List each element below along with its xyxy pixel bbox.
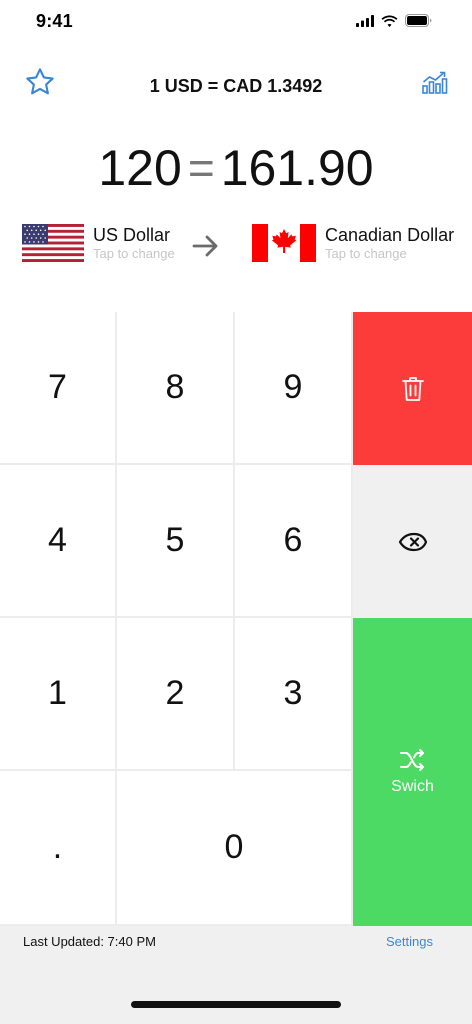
top-bar: 1 USD = CAD 1.3492 bbox=[0, 60, 472, 108]
home-indicator bbox=[131, 1001, 341, 1008]
shuffle-icon bbox=[399, 749, 424, 771]
from-currency-selector[interactable]: US Dollar Tap to change bbox=[22, 224, 175, 262]
key-6[interactable]: 6 bbox=[235, 465, 353, 618]
to-currency-selector[interactable]: Canadian Dollar Tap to change bbox=[252, 224, 454, 262]
result-value: 161.90 bbox=[220, 140, 374, 196]
battery-icon bbox=[405, 14, 432, 27]
cellular-signal-icon bbox=[356, 14, 374, 27]
rising-chart-icon bbox=[422, 71, 448, 94]
status-icons bbox=[356, 14, 432, 27]
key-8[interactable]: 8 bbox=[117, 312, 235, 465]
equals-sign: = bbox=[187, 142, 215, 194]
key-1[interactable]: 1 bbox=[0, 618, 117, 771]
to-currency-name: Canadian Dollar bbox=[325, 225, 455, 245]
from-currency-name: US Dollar bbox=[93, 225, 171, 245]
key-decimal[interactable]: . bbox=[0, 771, 117, 926]
ca-flag-icon bbox=[252, 224, 316, 262]
key-5[interactable]: 5 bbox=[117, 465, 235, 618]
key-2[interactable]: 2 bbox=[117, 618, 235, 771]
key-7[interactable]: 7 bbox=[0, 312, 117, 465]
key-4[interactable]: 4 bbox=[0, 465, 117, 618]
from-currency-text: US Dollar Tap to change bbox=[93, 225, 175, 261]
us-flag-icon bbox=[22, 224, 84, 262]
exchange-rate-label: 1 USD = CAD 1.3492 bbox=[149, 76, 323, 96]
arrow-right-icon bbox=[192, 235, 218, 257]
backspace-icon bbox=[398, 532, 427, 551]
amount-value: 120 bbox=[98, 140, 182, 196]
conversion-display: 120 = 161.90 bbox=[0, 136, 472, 200]
footer: Last Updated: 7:40 PM Settings bbox=[0, 926, 472, 1024]
to-currency-text: Canadian Dollar Tap to change bbox=[325, 225, 454, 261]
wifi-icon bbox=[381, 15, 398, 27]
switch-label: Swich bbox=[391, 778, 434, 795]
from-currency-hint: Tap to change bbox=[93, 246, 175, 261]
switch-button[interactable]: Swich bbox=[353, 618, 472, 926]
status-time: 9:41 bbox=[36, 11, 73, 31]
key-3[interactable]: 3 bbox=[235, 618, 353, 771]
key-9[interactable]: 9 bbox=[235, 312, 353, 465]
status-bar: 9:41 bbox=[0, 0, 472, 44]
keypad: 7 8 9 4 5 6 1 2 3 Swich . 0 bbox=[0, 312, 472, 926]
key-0[interactable]: 0 bbox=[117, 771, 353, 926]
clear-button[interactable] bbox=[353, 312, 472, 465]
to-currency-hint: Tap to change bbox=[325, 246, 407, 261]
currency-row: US Dollar Tap to change Canadian Dollar … bbox=[0, 224, 472, 268]
trash-icon bbox=[401, 376, 424, 401]
backspace-button[interactable] bbox=[353, 465, 472, 618]
last-updated-label: Last Updated: 7:40 PM bbox=[23, 934, 156, 949]
chart-button[interactable] bbox=[420, 66, 450, 98]
settings-link[interactable]: Settings bbox=[386, 934, 433, 949]
